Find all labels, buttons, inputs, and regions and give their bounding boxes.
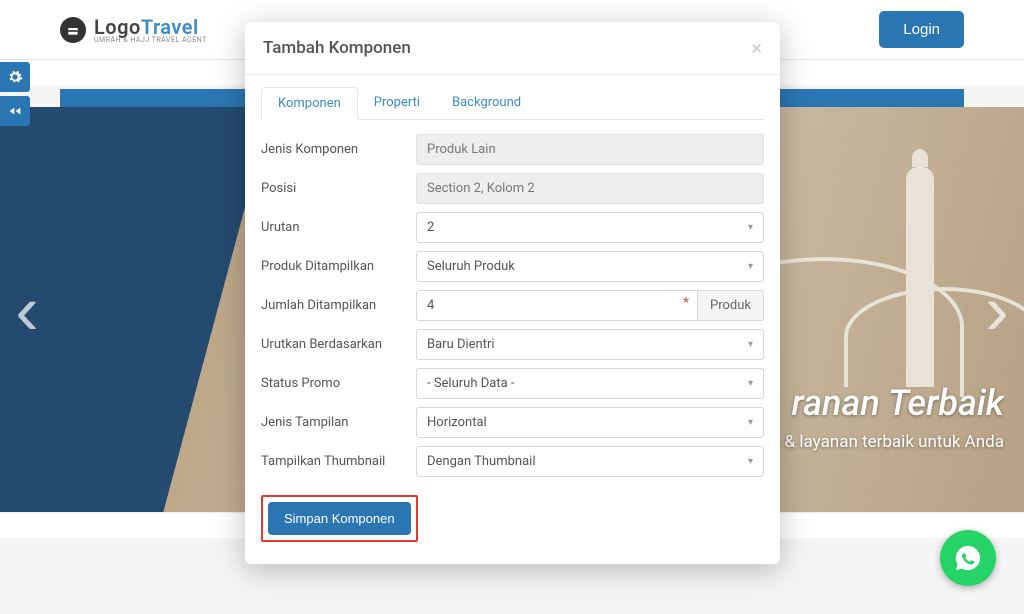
select-produk-ditampilkan[interactable]: Seluruh Produk ▾ xyxy=(416,251,764,282)
label-posisi: Posisi xyxy=(261,181,416,196)
required-marker: * xyxy=(683,295,689,311)
save-highlight-box: Simpan Komponen xyxy=(261,495,418,542)
tab-komponen[interactable]: Komponen xyxy=(261,87,358,120)
modal-header: Tambah Komponen × xyxy=(245,22,780,75)
label-status-promo: Status Promo xyxy=(261,376,416,391)
tab-background[interactable]: Background xyxy=(436,87,537,119)
select-urutan[interactable]: 2 ▾ xyxy=(416,212,764,243)
label-urutan: Urutan xyxy=(261,220,416,235)
caret-icon: ▾ xyxy=(748,378,753,389)
label-jenis-tampilan: Jenis Tampilan xyxy=(261,415,416,430)
addon-produk: Produk xyxy=(697,290,764,321)
input-jumlah-ditampilkan[interactable]: 4 * xyxy=(416,290,697,321)
label-thumbnail: Tampilkan Thumbnail xyxy=(261,454,416,469)
input-jumlah-value: 4 xyxy=(427,298,434,313)
select-status-promo-value: - Seluruh Data - xyxy=(427,376,514,391)
select-thumbnail-value: Dengan Thumbnail xyxy=(427,454,535,469)
select-jenis-tampilan[interactable]: Horizontal ▾ xyxy=(416,407,764,438)
select-urutkan[interactable]: Baru Dientri ▾ xyxy=(416,329,764,360)
add-component-modal: Tambah Komponen × Komponen Properti Back… xyxy=(245,22,780,564)
select-produk-ditampilkan-value: Seluruh Produk xyxy=(427,259,515,274)
select-thumbnail[interactable]: Dengan Thumbnail ▾ xyxy=(416,446,764,477)
caret-icon: ▾ xyxy=(748,222,753,233)
caret-icon: ▾ xyxy=(748,261,753,272)
select-urutkan-value: Baru Dientri xyxy=(427,337,495,352)
select-urutan-value: 2 xyxy=(427,220,434,235)
modal-tabs: Komponen Properti Background xyxy=(261,87,764,120)
save-component-button[interactable]: Simpan Komponen xyxy=(268,502,411,535)
field-posisi: Section 2, Kolom 2 xyxy=(416,173,764,204)
tab-properti[interactable]: Properti xyxy=(358,87,436,119)
label-jumlah-ditampilkan: Jumlah Ditampilkan xyxy=(261,298,416,313)
select-status-promo[interactable]: - Seluruh Data - ▾ xyxy=(416,368,764,399)
modal-body: Komponen Properti Background Jenis Kompo… xyxy=(245,75,780,564)
label-produk-ditampilkan: Produk Ditampilkan xyxy=(261,259,416,274)
modal-title: Tambah Komponen xyxy=(263,38,411,58)
caret-icon: ▾ xyxy=(748,339,753,350)
label-jenis-komponen: Jenis Komponen xyxy=(261,142,416,157)
field-jenis-komponen: Produk Lain xyxy=(416,134,764,165)
label-urutkan: Urutkan Berdasarkan xyxy=(261,337,416,352)
modal-close-button[interactable]: × xyxy=(751,36,762,60)
caret-icon: ▾ xyxy=(748,417,753,428)
select-jenis-tampilan-value: Horizontal xyxy=(427,415,487,430)
caret-icon: ▾ xyxy=(748,456,753,467)
